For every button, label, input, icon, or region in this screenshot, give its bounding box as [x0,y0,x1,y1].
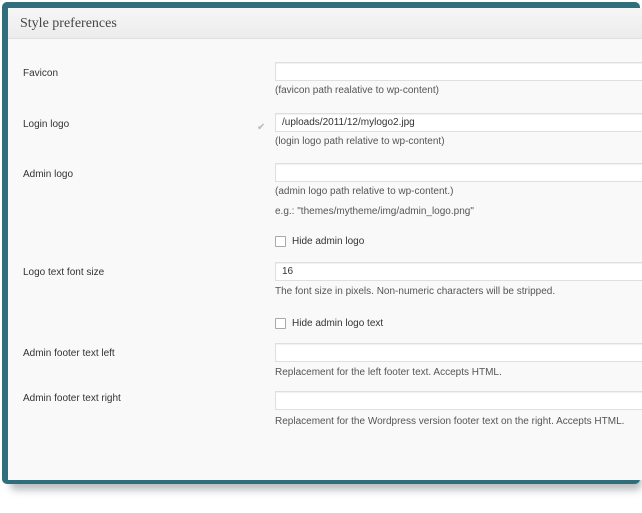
hide-admin-logo-row[interactable]: Hide admin logo [275,234,364,248]
logo-font-size-description: The font size in pixels. Non-numeric cha… [275,286,556,297]
footer-right-label: Admin footer text right [23,393,121,404]
hide-admin-logo-checkbox[interactable] [275,235,286,247]
favicon-description: (favicon path realative to wp-content) [275,85,439,96]
checkmark-icon: ✔ [257,122,266,133]
login-logo-label: Login logo [23,119,70,130]
logo-font-size-label: Logo text font size [23,267,105,278]
favicon-label: Favicon [23,68,59,79]
footer-left-description: Replacement for the left footer text. Ac… [275,367,502,378]
panel-header: Style preferences [8,8,642,39]
admin-logo-description: (admin logo path relative to wp-content.… [275,186,454,197]
footer-left-label: Admin footer text left [23,348,115,359]
favicon-input[interactable] [275,62,642,81]
hide-admin-logo-text-checkbox[interactable] [275,317,286,329]
footer-left-input[interactable] [275,343,642,362]
hide-admin-logo-text-label: Hide admin logo text [292,317,384,329]
footer-right-description: Replacement for the Wordpress version fo… [275,416,625,427]
hide-admin-logo-label: Hide admin logo [292,235,365,247]
screenshot-frame: Style preferences Favicon (favicon path … [2,2,642,484]
admin-logo-label: Admin logo [23,169,74,180]
admin-logo-example: e.g.: "themes/mytheme/img/admin_logo.png… [275,206,474,217]
login-logo-input[interactable] [275,113,642,132]
style-preferences-panel: Style preferences Favicon (favicon path … [8,8,642,480]
hide-admin-logo-text-row[interactable]: Hide admin logo text [275,316,383,330]
footer-right-input[interactable] [275,391,642,410]
admin-logo-input[interactable] [275,163,642,182]
logo-font-size-input[interactable] [275,262,642,281]
panel-title: Style preferences [20,16,117,31]
login-logo-description: (login logo path relative to wp-content) [275,136,445,147]
